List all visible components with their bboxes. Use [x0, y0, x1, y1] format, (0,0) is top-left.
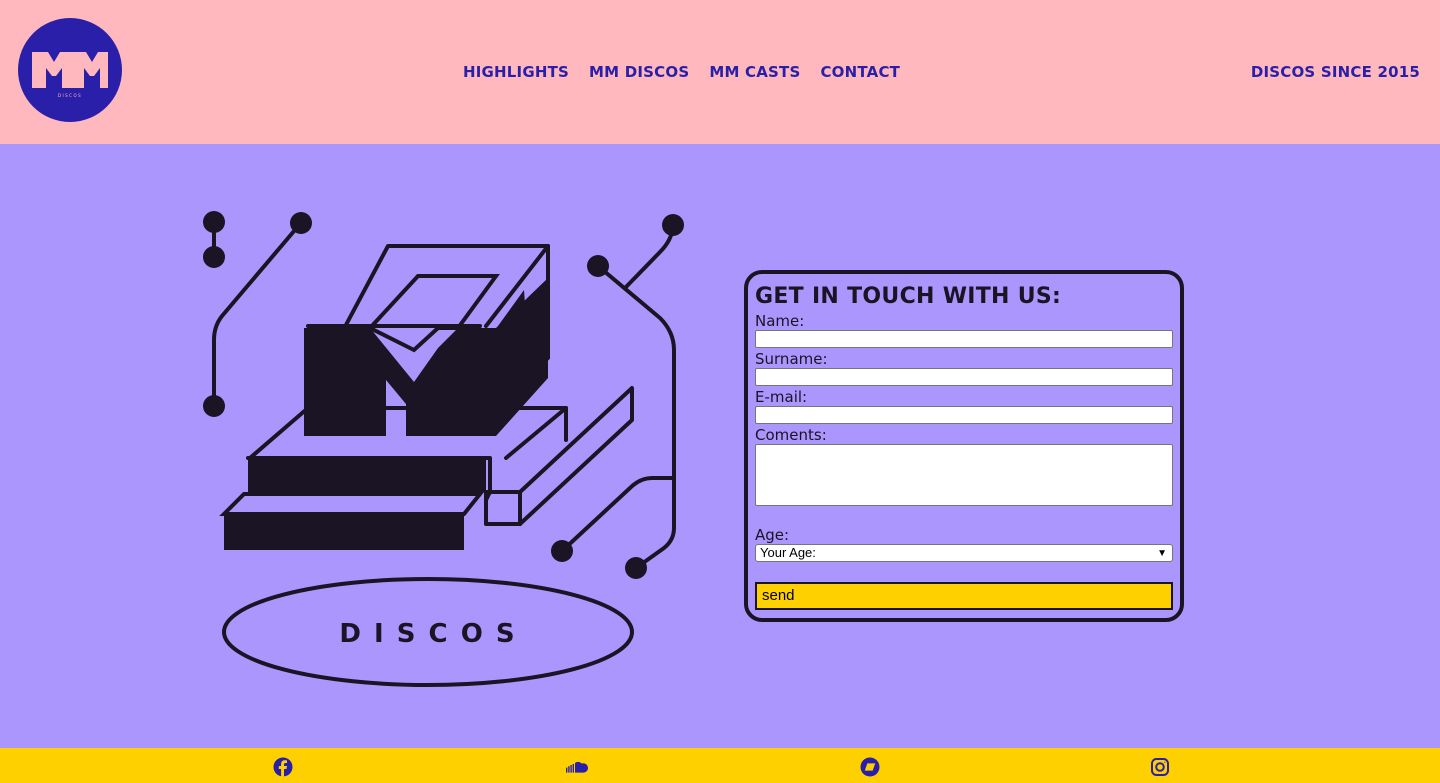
- instagram-icon[interactable]: [1150, 757, 1170, 777]
- logo-badge-icon: DISCOS: [18, 18, 122, 122]
- chevron-down-icon: ▼: [1157, 548, 1167, 559]
- send-button[interactable]: send: [755, 582, 1173, 610]
- mm-discos-illustration: D I S C O S: [190, 200, 700, 700]
- name-input[interactable]: [755, 330, 1173, 348]
- nav-contact[interactable]: CONTACT: [820, 62, 900, 82]
- logo-subtext: DISCOS: [58, 93, 82, 98]
- bandcamp-icon[interactable]: [860, 757, 880, 777]
- site-header: DISCOS HIGHLIGHTS MM DISCOS MM CASTS CON…: [0, 0, 1440, 144]
- email-input[interactable]: [755, 406, 1173, 424]
- soundcloud-icon[interactable]: [565, 757, 589, 777]
- form-title: GET IN TOUCH WITH US:: [755, 284, 1062, 309]
- age-select-value: Your Age:: [760, 545, 816, 560]
- nav-highlights[interactable]: HIGHLIGHTS: [463, 62, 569, 82]
- age-label: Age:: [755, 526, 790, 544]
- facebook-icon[interactable]: [273, 757, 293, 777]
- name-label: Name:: [755, 312, 805, 330]
- isometric-logo-art: D I S C O S: [203, 211, 684, 687]
- surname-input[interactable]: [755, 368, 1173, 386]
- surname-label: Surname:: [755, 350, 828, 368]
- email-label: E-mail:: [755, 388, 808, 406]
- site-footer: [0, 748, 1440, 783]
- nav-mm-casts[interactable]: MM CASTS: [709, 62, 800, 82]
- main-nav: HIGHLIGHTS MM DISCOS MM CASTS CONTACT: [463, 62, 920, 82]
- age-select[interactable]: Your Age: ▼: [755, 544, 1173, 562]
- nav-mm-discos[interactable]: MM DISCOS: [589, 62, 689, 82]
- comments-textarea[interactable]: [755, 444, 1173, 506]
- header-tagline: DISCOS SINCE 2015: [1250, 63, 1420, 81]
- logo[interactable]: DISCOS: [18, 18, 122, 122]
- illustration-word: D I S C O S: [339, 619, 516, 649]
- comments-label: Coments:: [755, 426, 827, 444]
- contact-form: GET IN TOUCH WITH US: Name: Surname: E-m…: [744, 270, 1184, 622]
